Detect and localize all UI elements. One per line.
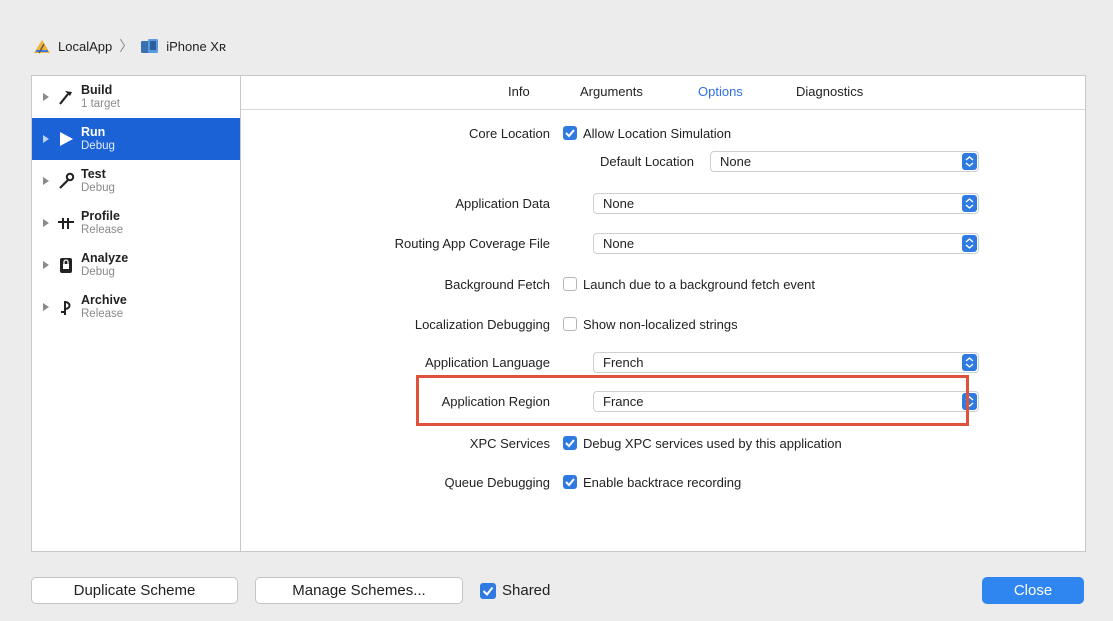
wrench-icon <box>55 170 77 192</box>
tab-diagnostics[interactable]: Diagnostics <box>796 84 863 99</box>
duplicate-scheme-button[interactable]: Duplicate Scheme <box>31 577 238 604</box>
disclosure-triangle-icon[interactable] <box>43 303 49 311</box>
queue-debugging-row: Queue Debugging Enable backtrace recordi… <box>241 472 1085 494</box>
checkmark-icon <box>565 129 575 138</box>
allow-location-simulation-label: Allow Location Simulation <box>583 126 732 141</box>
xpc-services-row: XPC Services Debug XPC services used by … <box>241 433 1085 455</box>
localization-debugging-label: Localization Debugging <box>414 317 550 332</box>
show-non-localized-text: Show non-localized strings <box>583 317 738 332</box>
tab-options[interactable]: Options <box>698 84 743 99</box>
sidebar-item-archive[interactable]: Archive Release <box>32 286 240 328</box>
manage-schemes-button[interactable]: Manage Schemes... <box>255 577 463 604</box>
backtrace-recording-checkbox[interactable] <box>563 475 577 489</box>
disclosure-triangle-icon[interactable] <box>43 93 49 101</box>
background-fetch-text: Launch due to a background fetch event <box>583 277 816 292</box>
routing-app-row: Routing App Coverage File None <box>241 233 1085 255</box>
sidebar-item-build[interactable]: Build 1 target <box>32 76 240 118</box>
application-language-popup[interactable]: French <box>593 352 979 373</box>
sidebar-item-sublabel: Debug <box>81 266 115 278</box>
sidebar-item-label: Build <box>81 83 113 97</box>
routing-app-value: None <box>603 236 635 251</box>
xpc-services-label: XPC Services <box>469 436 550 451</box>
sidebar-item-sublabel: Release <box>81 224 124 236</box>
popup-chevron-icon <box>962 153 977 170</box>
tab-arguments[interactable]: Arguments <box>580 84 643 99</box>
default-location-popup[interactable]: None <box>710 151 979 172</box>
core-location-row: Core Location Allow Location Simulation <box>241 123 1085 145</box>
sidebar-item-label: Run <box>81 125 106 139</box>
sidebar-item-test[interactable]: Test Debug <box>32 160 240 202</box>
sidebar-item-label: Archive <box>81 293 127 307</box>
popup-chevron-icon <box>962 235 977 252</box>
sidebar-item-sublabel: Debug <box>81 182 115 194</box>
scheme-name[interactable]: LocalApp <box>58 39 112 54</box>
analyze-icon <box>55 254 77 276</box>
popup-chevron-icon <box>962 195 977 212</box>
default-location-row: Default Location None <box>241 151 1085 173</box>
instruments-icon <box>55 212 77 234</box>
scheme-action-sidebar: Build 1 target Run Debug Test Debug Prof… <box>32 76 241 551</box>
checkmark-icon <box>565 439 575 448</box>
checkmark-icon <box>565 478 575 487</box>
core-location-label: Core Location <box>469 126 550 141</box>
application-language-row: Application Language French <box>241 352 1085 374</box>
background-fetch-row: Background Fetch Launch due to a backgro… <box>241 274 1085 296</box>
sidebar-item-run[interactable]: Run Debug <box>32 118 240 160</box>
sidebar-item-label: Profile <box>81 209 120 223</box>
breadcrumb-separator: 〉 <box>119 38 134 54</box>
application-language-value: French <box>603 355 644 370</box>
application-data-value: None <box>603 196 635 211</box>
backtrace-recording-text: Enable backtrace recording <box>583 475 742 490</box>
sidebar-item-sublabel: Debug <box>81 140 115 152</box>
debug-xpc-services-text: Debug XPC services used by this applicat… <box>583 436 842 451</box>
popup-chevron-icon <box>962 354 977 371</box>
sidebar-item-sublabel: Release <box>81 308 124 320</box>
sidebar-item-analyze[interactable]: Analyze Debug <box>32 244 240 286</box>
default-location-value: None <box>720 154 752 169</box>
queue-debugging-label: Queue Debugging <box>444 475 550 490</box>
scheme-editor-panel: Build 1 target Run Debug Test Debug Prof… <box>31 75 1086 552</box>
tab-info[interactable]: Info <box>508 84 530 99</box>
default-location-label: Default Location <box>600 154 694 169</box>
application-data-row: Application Data None <box>241 193 1085 215</box>
application-data-popup[interactable]: None <box>593 193 979 214</box>
background-fetch-label: Background Fetch <box>444 277 550 292</box>
sidebar-item-label: Analyze <box>81 251 129 265</box>
xcode-app-icon <box>34 40 50 54</box>
sidebar-item-sublabel: 1 target <box>81 98 120 110</box>
localization-debugging-row: Localization Debugging Show non-localize… <box>241 314 1085 336</box>
application-language-label: Application Language <box>424 355 550 370</box>
background-fetch-checkbox[interactable] <box>563 277 577 291</box>
show-non-localized-checkbox[interactable] <box>563 317 577 331</box>
shared-label: Shared <box>502 582 551 599</box>
iphone-device-icon <box>141 39 159 53</box>
application-region-highlight <box>416 375 969 426</box>
play-icon <box>55 128 77 150</box>
breadcrumb: LocalApp 〉 iPhone Xʀ <box>32 36 226 56</box>
disclosure-triangle-icon[interactable] <box>43 177 49 185</box>
run-options-content: Info Arguments Options Diagnostics Core … <box>241 76 1085 551</box>
hammer-icon <box>55 86 77 108</box>
application-data-label: Application Data <box>455 196 550 211</box>
disclosure-triangle-icon[interactable] <box>43 261 49 269</box>
checkmark-icon <box>482 586 494 597</box>
sidebar-item-profile[interactable]: Profile Release <box>32 202 240 244</box>
tab-bar: Info Arguments Options Diagnostics <box>241 76 1085 110</box>
archive-icon <box>55 296 77 318</box>
destination-name[interactable]: iPhone Xʀ <box>166 39 226 54</box>
allow-location-simulation-checkbox[interactable] <box>563 126 577 140</box>
disclosure-triangle-icon[interactable] <box>43 135 49 143</box>
sidebar-item-label: Test <box>81 167 106 181</box>
debug-xpc-services-checkbox[interactable] <box>563 436 577 450</box>
routing-app-popup[interactable]: None <box>593 233 979 254</box>
shared-checkbox[interactable] <box>480 583 496 599</box>
routing-app-label: Routing App Coverage File <box>394 236 550 251</box>
close-button[interactable]: Close <box>982 577 1084 604</box>
disclosure-triangle-icon[interactable] <box>43 219 49 227</box>
